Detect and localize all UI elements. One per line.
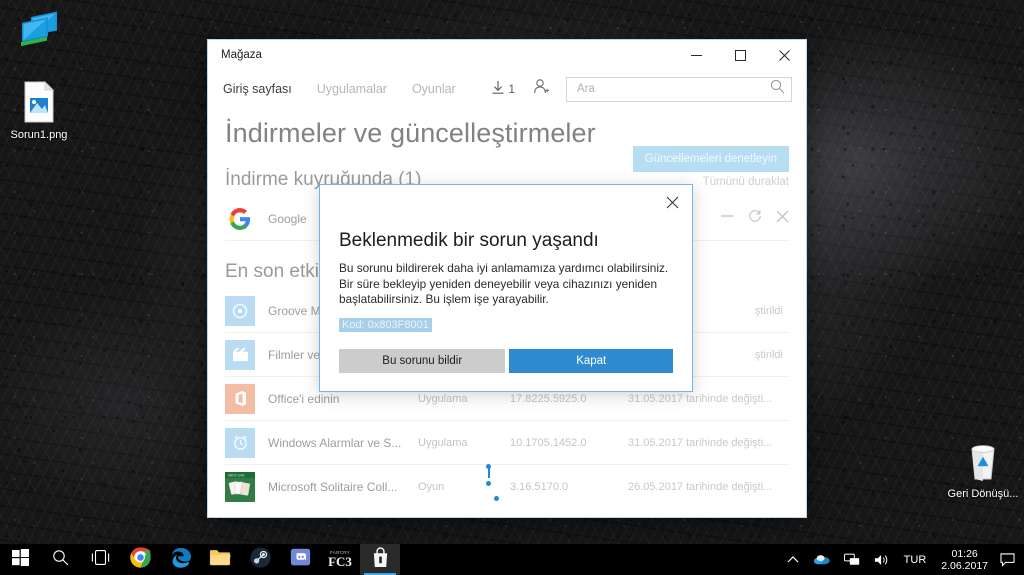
desktop-icon-label: Sorun1.png bbox=[10, 129, 68, 141]
search-icon[interactable] bbox=[770, 79, 785, 99]
nav-item-apps[interactable]: Uygulamalar bbox=[317, 82, 387, 96]
pause-all-link[interactable]: Tümünü duraklat bbox=[703, 176, 789, 188]
system-tray: TUR 01:26 2.06.2017 bbox=[780, 544, 1024, 575]
window-controls bbox=[674, 40, 806, 70]
row-type: Oyun bbox=[418, 481, 445, 493]
table-row[interactable]: Windows Alarmlar ve S... Uygulama 10.170… bbox=[225, 421, 789, 465]
dialog-close-icon[interactable] bbox=[658, 189, 686, 215]
image-file-icon bbox=[2, 78, 76, 126]
row-actions bbox=[720, 209, 789, 228]
report-problem-button[interactable]: Bu sorunu bildir bbox=[339, 348, 506, 373]
check-updates-button[interactable]: Güncellemeleri denetleyin bbox=[632, 146, 789, 172]
selection-handle-start[interactable] bbox=[486, 464, 491, 469]
windows-logo-icon bbox=[11, 548, 29, 571]
dialog-dismiss-button[interactable]: Kapat bbox=[509, 348, 673, 373]
folder-icon bbox=[209, 548, 231, 572]
row-version: 3.16.5170.0 bbox=[510, 481, 569, 493]
selection-handle-mid[interactable] bbox=[486, 481, 491, 486]
store-icon bbox=[371, 546, 390, 573]
fc3-icon: FARCRY FC3 bbox=[328, 549, 352, 570]
cancel-icon[interactable] bbox=[776, 210, 789, 228]
store-navbar: Giriş sayfası Uygulamalar Oyunlar 1 Ara bbox=[208, 70, 806, 108]
office-icon bbox=[225, 383, 255, 414]
start-button[interactable] bbox=[0, 544, 40, 575]
file-explorer-button[interactable] bbox=[200, 544, 240, 575]
search-placeholder: Ara bbox=[577, 83, 595, 95]
dialog-message: Bu sorunu bildirerek daha iyi anlamamıza… bbox=[339, 261, 669, 306]
discord-button[interactable] bbox=[280, 544, 320, 575]
edge-icon bbox=[170, 547, 191, 573]
desktop-icon-display[interactable] bbox=[2, 6, 76, 57]
recycle-bin-icon bbox=[946, 437, 1020, 485]
row-version: 10.1705.1452.0 bbox=[510, 436, 587, 449]
row-name: Windows Alarmlar ve S... bbox=[268, 435, 402, 450]
downloads-button[interactable]: 1 bbox=[491, 80, 515, 98]
action-center-button[interactable] bbox=[996, 552, 1024, 567]
chrome-icon bbox=[129, 546, 151, 573]
store-button[interactable] bbox=[360, 544, 400, 575]
clock[interactable]: 01:26 2.06.2017 bbox=[933, 548, 996, 572]
maximize-button[interactable] bbox=[718, 40, 762, 70]
search-input[interactable]: Ara bbox=[566, 76, 792, 102]
row-type: Uygulama bbox=[418, 436, 468, 449]
display-settings-icon bbox=[2, 6, 76, 54]
fc3-label: FC3 bbox=[328, 554, 352, 570]
desktop-icon-recycle-bin[interactable]: Geri Dönüşü... bbox=[946, 437, 1020, 501]
nav-item-home[interactable]: Giriş sayfası bbox=[223, 82, 292, 96]
page-title: İndirmeler ve güncelleştirmeler bbox=[225, 118, 596, 148]
pause-icon[interactable] bbox=[720, 209, 734, 228]
solitaire-icon: XBOX LIVE bbox=[225, 472, 255, 502]
row-date: 26.05.2017 tarihinde değişti... bbox=[628, 481, 773, 493]
row-date: 31.05.2017 tarihinde değişti... bbox=[628, 392, 773, 405]
minimize-button[interactable] bbox=[674, 40, 718, 70]
language-indicator[interactable]: TUR bbox=[897, 554, 934, 566]
network-icon[interactable] bbox=[837, 553, 867, 566]
volume-icon[interactable] bbox=[867, 553, 897, 567]
steam-icon bbox=[249, 546, 271, 573]
groove-music-icon bbox=[225, 295, 255, 326]
row-version: 17.8225.5925.0 bbox=[510, 392, 587, 405]
download-count: 1 bbox=[508, 82, 515, 96]
task-view-button[interactable] bbox=[80, 544, 120, 575]
dialog-error-code: Kod: 0x803F8001 bbox=[339, 317, 432, 332]
svg-text:XBOX LIVE: XBOX LIVE bbox=[228, 474, 245, 478]
account-add-icon[interactable] bbox=[533, 78, 550, 100]
onedrive-icon[interactable] bbox=[806, 553, 837, 566]
movies-tv-icon bbox=[225, 339, 255, 370]
search-button[interactable] bbox=[40, 544, 80, 575]
dialog-title: Beklenmedik bir sorun yaşandı bbox=[339, 230, 599, 251]
taskbar: FARCRY FC3 TUR 01:26 2.06.2017 bbox=[0, 544, 1024, 575]
clock-time: 01:26 bbox=[951, 547, 978, 560]
desktop-icon-sorun1[interactable]: Sorun1.png bbox=[2, 78, 76, 142]
clock-date: 2.06.2017 bbox=[941, 559, 988, 572]
farcry3-button[interactable]: FARCRY FC3 bbox=[320, 544, 360, 575]
row-name: Microsoft Solitaire Coll... bbox=[268, 480, 398, 494]
navbar-right-group: 1 Ara bbox=[491, 70, 792, 108]
window-titlebar: Mağaza bbox=[208, 40, 806, 70]
edge-button[interactable] bbox=[160, 544, 200, 575]
error-dialog: Beklenmedik bir sorun yaşandı Bu sorunu … bbox=[319, 184, 693, 501]
retry-icon[interactable] bbox=[748, 209, 762, 228]
row-date: 31.05.2017 tarihinde değişti... bbox=[628, 436, 773, 449]
window-title: Mağaza bbox=[221, 49, 262, 61]
row-type: Uygulama bbox=[418, 392, 468, 405]
table-row[interactable]: XBOX LIVE Microsoft Solitaire Coll... Oy… bbox=[225, 465, 789, 509]
close-button[interactable] bbox=[762, 40, 806, 70]
row-name: Office'i edinin bbox=[268, 391, 340, 406]
nav-item-games[interactable]: Oyunlar bbox=[412, 82, 456, 96]
desktop: Sorun1.png Geri Dönüşü... Mağaza Giriş s… bbox=[0, 0, 1024, 575]
discord-icon bbox=[290, 547, 311, 573]
show-hidden-icons-button[interactable] bbox=[780, 555, 806, 565]
google-icon bbox=[225, 204, 255, 234]
download-icon bbox=[491, 80, 505, 98]
chrome-button[interactable] bbox=[120, 544, 160, 575]
steam-button[interactable] bbox=[240, 544, 280, 575]
desktop-icon-label: Geri Dönüşü... bbox=[947, 488, 1019, 500]
search-icon bbox=[52, 549, 69, 571]
alarms-clock-icon bbox=[225, 427, 255, 458]
recent-activity-title: En son etkin bbox=[225, 261, 330, 282]
task-view-icon bbox=[91, 549, 110, 570]
dialog-buttons: Bu sorunu bildir Kapat bbox=[339, 348, 673, 373]
selection-handle-end[interactable] bbox=[494, 496, 499, 501]
